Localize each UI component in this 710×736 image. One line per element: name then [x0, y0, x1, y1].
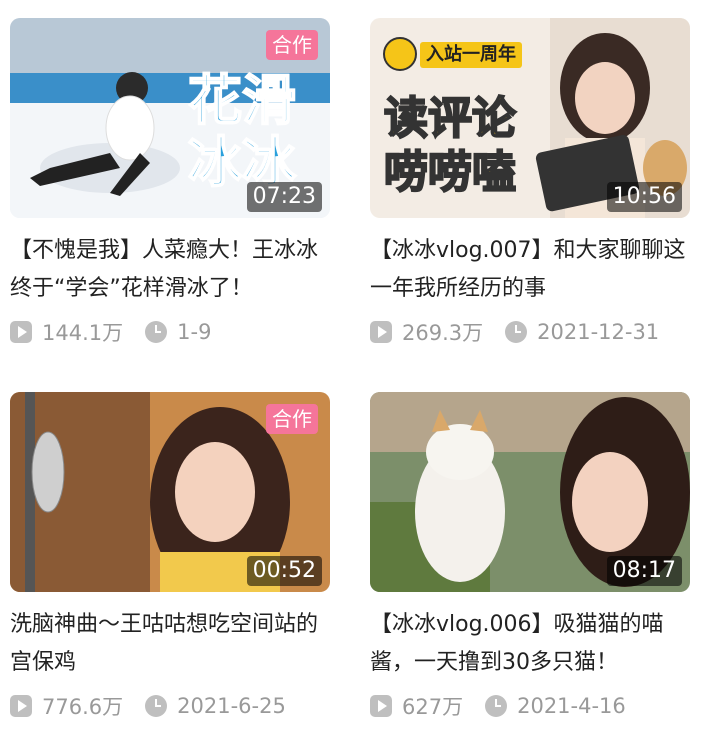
- clock-icon: [145, 321, 168, 343]
- publish-date: 2021-4-16: [517, 694, 626, 718]
- play-count-icon: [10, 321, 32, 343]
- video-meta: 627万 2021-4-16: [370, 690, 690, 722]
- clock-icon: [145, 695, 168, 717]
- view-count: 627万: [402, 695, 464, 719]
- video-title[interactable]: 【不愧是我】人菜瘾大！王冰冰终于“学会”花样滑冰了！: [10, 232, 330, 308]
- video-duration: 07:23: [246, 182, 322, 212]
- video-duration: 10:56: [606, 182, 682, 212]
- thumbnail-title-line2: 唠唠嗑: [383, 146, 517, 199]
- video-thumbnail[interactable]: 08:17: [370, 392, 690, 592]
- view-count: 144.1万: [42, 321, 124, 345]
- video-card[interactable]: 合作 00:52 洗脑神曲～王咕咕想吃空间站的宫保鸡 776.6万 2021-6…: [10, 392, 330, 722]
- video-duration: 00:52: [246, 556, 322, 586]
- clock-icon: [485, 695, 508, 717]
- clock-icon: [505, 321, 528, 343]
- collab-badge: 合作: [266, 404, 318, 434]
- video-meta: 776.6万 2021-6-25: [10, 690, 330, 722]
- collab-badge: 合作: [266, 30, 318, 60]
- video-meta: 144.1万 1-9: [10, 316, 330, 348]
- play-count-icon: [10, 695, 32, 717]
- video-title[interactable]: 【冰冰vlog.007】和大家聊聊这一年我所经历的事: [370, 232, 690, 308]
- video-thumbnail[interactable]: 花滑 冰冰 合作 07:23: [10, 18, 330, 218]
- view-count: 269.3万: [402, 321, 484, 345]
- publish-date: 1-9: [177, 320, 212, 344]
- video-card[interactable]: 08:17 【冰冰vlog.006】吸猫猫的喵酱，一天撸到30多只猫！ 627万…: [370, 392, 690, 722]
- video-title[interactable]: 【冰冰vlog.006】吸猫猫的喵酱，一天撸到30多只猫！: [370, 606, 690, 682]
- video-title[interactable]: 洗脑神曲～王咕咕想吃空间站的宫保鸡: [10, 606, 330, 682]
- video-meta: 269.3万 2021-12-31: [370, 316, 690, 348]
- publish-date: 2021-6-25: [177, 694, 286, 718]
- play-count-icon: [370, 321, 392, 343]
- video-thumbnail[interactable]: 合作 00:52: [10, 392, 330, 592]
- video-card[interactable]: 入站一周年 读评论 唠唠嗑 10:56 【冰冰vlog.007】和大家聊聊这一年…: [370, 18, 690, 348]
- video-grid: 花滑 冰冰 合作 07:23 【不愧是我】人菜瘾大！王冰冰终于“学会”花样滑冰了…: [0, 0, 710, 736]
- video-thumbnail[interactable]: 入站一周年 读评论 唠唠嗑 10:56: [370, 18, 690, 218]
- view-count: 776.6万: [42, 695, 124, 719]
- play-count-icon: [370, 695, 392, 717]
- publish-date: 2021-12-31: [537, 320, 660, 344]
- anniversary-tag: 入站一周年: [420, 42, 522, 68]
- video-duration: 08:17: [606, 556, 682, 586]
- video-card[interactable]: 花滑 冰冰 合作 07:23 【不愧是我】人菜瘾大！王冰冰终于“学会”花样滑冰了…: [10, 18, 330, 348]
